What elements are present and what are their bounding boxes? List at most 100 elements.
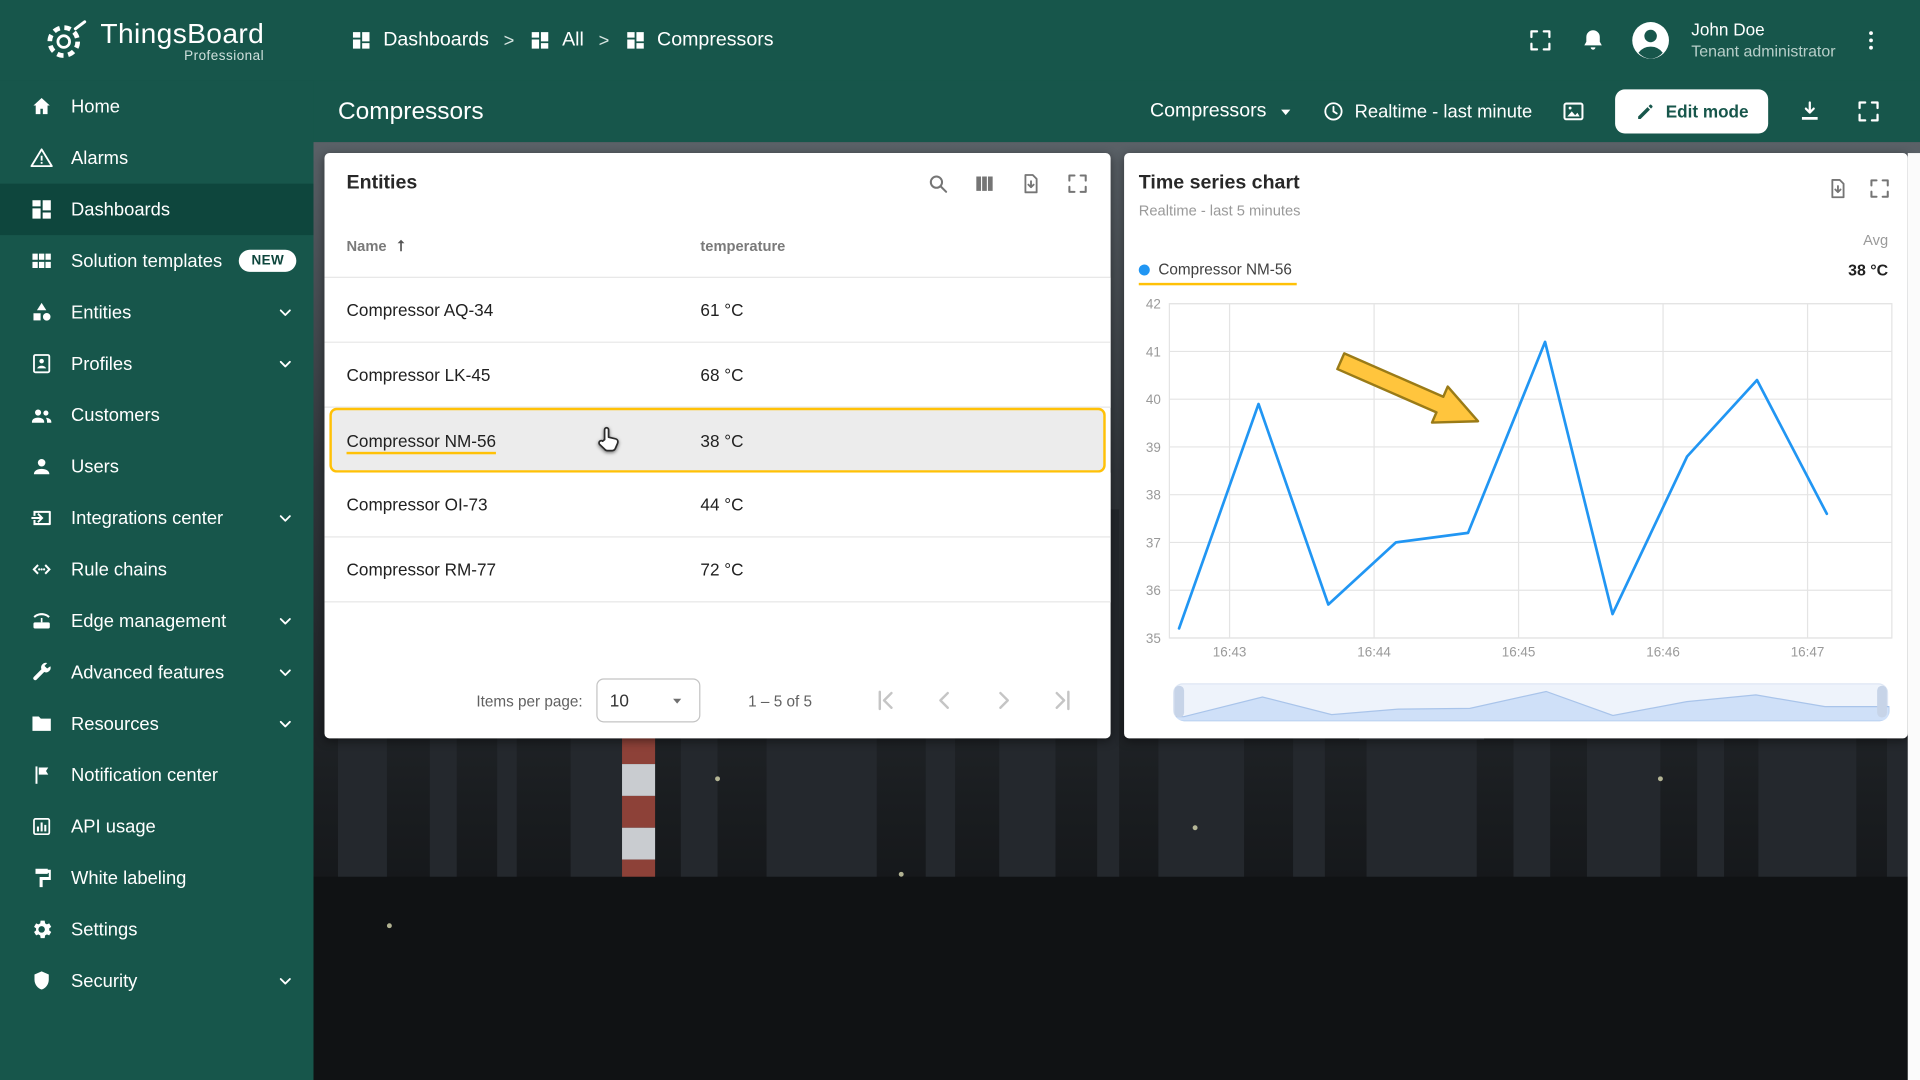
breadcrumb-label: Compressors xyxy=(657,29,773,51)
export-button[interactable] xyxy=(1015,168,1047,200)
widget-subtitle: Realtime - last 5 minutes xyxy=(1139,202,1301,219)
fullscreen-button[interactable] xyxy=(1524,23,1558,57)
image-export-button[interactable] xyxy=(1557,94,1591,128)
gear-icon xyxy=(29,917,53,941)
chevron-down-icon xyxy=(274,661,296,683)
previous-page-button[interactable] xyxy=(929,686,958,715)
sidebar-item-entities[interactable]: Entities xyxy=(0,287,313,338)
breadcrumb-compressors[interactable]: Compressors xyxy=(624,29,774,51)
column-header-name[interactable]: Name xyxy=(347,236,701,254)
next-page-button[interactable] xyxy=(989,686,1018,715)
widget-fullscreen-button[interactable] xyxy=(1864,173,1896,205)
paint-icon xyxy=(29,866,53,890)
more-menu-button[interactable] xyxy=(1854,23,1888,57)
dashboard-scrollbar[interactable] xyxy=(1908,153,1920,1080)
bell-icon xyxy=(1580,27,1607,54)
sidebar-item-alarms[interactable]: Alarms xyxy=(0,132,313,183)
first-page-button[interactable] xyxy=(871,686,900,715)
time-range-selector[interactable] xyxy=(1173,683,1888,720)
search-button[interactable] xyxy=(922,168,954,200)
sidebar-item-white-labeling[interactable]: White labeling xyxy=(0,852,313,903)
fullscreen-icon xyxy=(1867,176,1891,200)
entities-widget-actions xyxy=(922,168,1093,200)
page-title: Compressors xyxy=(338,97,484,125)
sidebar-item-label: API usage xyxy=(71,816,156,837)
table-row[interactable]: Compressor RM-7772 °C xyxy=(324,538,1110,603)
breadcrumb-label: Dashboards xyxy=(383,29,489,51)
brand-name: ThingsBoard xyxy=(100,18,264,49)
entities-widget: Entities Name temperature Compressor AQ-… xyxy=(324,153,1110,738)
sidebar-item-advanced-features[interactable]: Advanced features xyxy=(0,647,313,698)
breadcrumb-all[interactable]: All xyxy=(529,29,584,51)
sidebar-item-edge-management[interactable]: Edge management xyxy=(0,595,313,646)
sidebar-item-settings[interactable]: Settings xyxy=(0,904,313,955)
chart-box-icon xyxy=(29,814,53,838)
avg-column-label: Avg xyxy=(1863,231,1888,248)
svg-text:16:44: 16:44 xyxy=(1357,644,1391,659)
table-row[interactable]: Compressor AQ-3461 °C xyxy=(324,278,1110,343)
sidebar-item-resources[interactable]: Resources xyxy=(0,698,313,749)
sidebar-item-label: Notification center xyxy=(71,765,218,786)
breadcrumb-dashboards[interactable]: Dashboards xyxy=(350,29,489,51)
sidebar-item-label: White labeling xyxy=(71,868,186,889)
entities-widget-header: Entities xyxy=(324,153,1110,214)
sidebar-item-home[interactable]: Home xyxy=(0,81,313,132)
brand-logo[interactable]: ThingsBoard Professional xyxy=(0,17,313,64)
entity-temperature: 61 °C xyxy=(700,300,743,320)
breadcrumb-separator: > xyxy=(504,30,515,51)
dashboard-state-select[interactable]: Compressors xyxy=(1150,100,1297,122)
column-header-temperature[interactable]: temperature xyxy=(700,237,785,254)
sidebar-item-dashboards[interactable]: Dashboards xyxy=(0,184,313,235)
topbar-actions: John Doe Tenant administrator xyxy=(1524,18,1920,62)
tutorial-arrow-annotation xyxy=(1337,353,1478,422)
sidebar-item-solution-templates[interactable]: Solution templatesNEW xyxy=(0,235,313,286)
sidebar-item-customers[interactable]: Customers xyxy=(0,389,313,440)
legend-item[interactable]: Compressor NM-56 xyxy=(1139,261,1297,285)
sidebar-item-api-usage[interactable]: API usage xyxy=(0,801,313,852)
previous-page-icon xyxy=(929,686,958,715)
table-row[interactable]: Compressor OI-7344 °C xyxy=(324,473,1110,538)
sidebar-item-label: Customers xyxy=(71,405,160,426)
chevron-down-icon xyxy=(274,713,296,735)
items-per-page-select[interactable]: 10 xyxy=(596,678,700,722)
fullscreen-icon xyxy=(1527,27,1554,54)
user-avatar[interactable] xyxy=(1629,18,1673,62)
last-page-button[interactable] xyxy=(1048,686,1077,715)
notifications-button[interactable] xyxy=(1576,23,1610,57)
export-button[interactable] xyxy=(1822,173,1854,205)
first-page-icon xyxy=(871,686,900,715)
sidebar-item-rule-chains[interactable]: Rule chains xyxy=(0,544,313,595)
widget-fullscreen-button[interactable] xyxy=(1062,168,1094,200)
timewindow-button[interactable]: Realtime - last minute xyxy=(1322,99,1533,123)
user-info: John Doe Tenant administrator xyxy=(1691,20,1835,62)
shield-icon xyxy=(29,969,53,993)
columns-button[interactable] xyxy=(969,168,1001,200)
export-file-icon xyxy=(1826,176,1850,200)
svg-text:16:47: 16:47 xyxy=(1791,644,1825,659)
sidebar-item-security[interactable]: Security xyxy=(0,955,313,1006)
column-header-label: Name xyxy=(347,237,387,254)
sidebar-item-notification-center[interactable]: Notification center xyxy=(0,749,313,800)
sidebar-item-label: Resources xyxy=(71,713,159,734)
range-handle-left[interactable] xyxy=(1174,686,1184,718)
svg-text:36: 36 xyxy=(1146,583,1161,598)
thingsboard-logo-icon xyxy=(42,17,89,64)
edit-mode-button[interactable]: Edit mode xyxy=(1616,89,1769,133)
download-button[interactable] xyxy=(1793,94,1827,128)
clock-icon xyxy=(1322,99,1346,123)
table-row[interactable]: Compressor LK-4568 °C xyxy=(324,343,1110,408)
edge-router-icon xyxy=(29,609,53,633)
sidebar-item-label: Users xyxy=(71,456,119,477)
range-handle-right[interactable] xyxy=(1877,686,1887,718)
entity-name: Compressor NM-56 xyxy=(347,430,497,453)
dashboard-grid-icon xyxy=(624,29,646,51)
dashboard-canvas: Entities Name temperature Compressor AQ-… xyxy=(313,142,1920,1080)
chevron-down-icon xyxy=(274,301,296,323)
sidebar-item-integrations-center[interactable]: Integrations center xyxy=(0,492,313,543)
table-row-highlighted[interactable]: Compressor NM-5638 °C xyxy=(329,408,1105,473)
image-icon xyxy=(1560,98,1587,125)
sidebar-item-users[interactable]: Users xyxy=(0,441,313,492)
series-color-dot xyxy=(1139,264,1150,275)
dashboard-fullscreen-button[interactable] xyxy=(1851,94,1885,128)
sidebar-item-profiles[interactable]: Profiles xyxy=(0,338,313,389)
